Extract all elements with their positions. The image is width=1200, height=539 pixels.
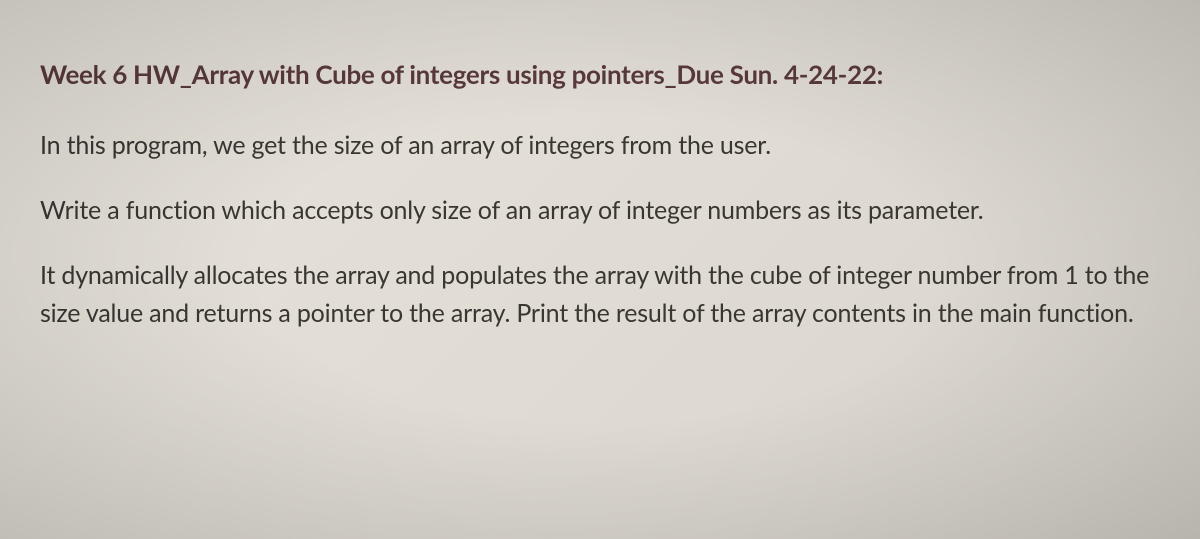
assignment-heading: Week 6 HW_Array with Cube of integers us… <box>40 58 1160 90</box>
assignment-paragraph: It dynamically allocates the array and p… <box>40 256 1160 334</box>
assignment-paragraph: Write a function which accepts only size… <box>40 191 1160 230</box>
assignment-paragraph: In this program, we get the size of an a… <box>40 126 1160 165</box>
